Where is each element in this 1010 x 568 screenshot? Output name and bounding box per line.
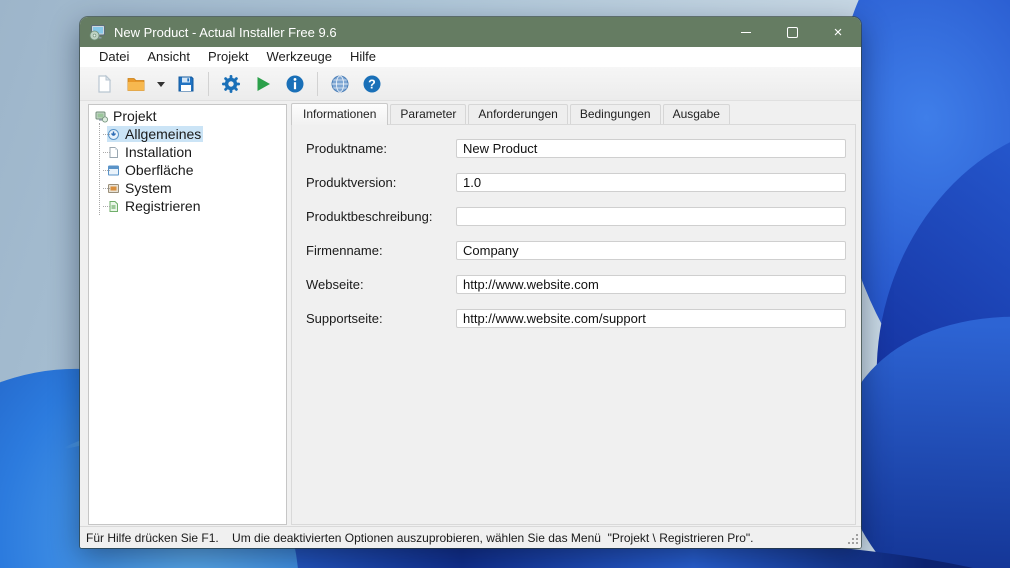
maximize-icon [786, 26, 798, 38]
webseite-input[interactable] [456, 275, 846, 294]
website-globe-icon [331, 75, 349, 92]
informationen-pane: Produktname: Produktversion: Produktbesc… [291, 124, 856, 525]
open-dropdown-icon [157, 81, 165, 87]
menu-werkzeuge[interactable]: Werkzeuge [257, 47, 341, 67]
tree-item-label: Projekt [113, 108, 157, 124]
tree-item-oberflaeche[interactable]: Oberfläche [93, 161, 286, 179]
tree-item-allgemeines[interactable]: Allgemeines [93, 125, 286, 143]
produktbeschreibung-label: Produktbeschreibung: [306, 209, 433, 224]
new-project-button[interactable] [89, 70, 119, 98]
tree-item-projekt[interactable]: Projekt [93, 107, 286, 125]
open-project-button[interactable] [121, 70, 151, 98]
toolbar-separator [317, 71, 318, 96]
supportseite-input[interactable] [456, 309, 846, 328]
menu-datei[interactable]: Datei [90, 47, 138, 67]
form-row-produktbeschreibung: Produktbeschreibung: [306, 207, 855, 226]
build-run-button[interactable] [248, 70, 278, 98]
produktname-input[interactable] [456, 139, 846, 158]
tree-item-registrieren[interactable]: Registrieren [93, 197, 286, 215]
tree-item-installation[interactable]: Installation [93, 143, 286, 161]
project-root-icon [95, 111, 108, 122]
form-row-produktname: Produktname: [306, 139, 855, 158]
build-run-icon [257, 76, 270, 91]
tree-connector-stub [103, 134, 110, 135]
produktname-label: Produktname: [306, 141, 387, 156]
info-icon [286, 75, 304, 92]
tab-bedingungen[interactable]: Bedingungen [569, 104, 661, 124]
tab-ausgabe[interactable]: Ausgabe [662, 104, 730, 124]
project-tree-panel: Projekt Allgemeines Installation Oberflä… [88, 104, 287, 525]
new-project-icon [98, 74, 112, 93]
app-logo-icon [89, 24, 105, 40]
tree-connector-stub [103, 188, 110, 189]
window-body: Projekt Allgemeines Installation Oberflä… [80, 101, 861, 527]
resize-grip-icon[interactable] [847, 533, 859, 545]
open-dropdown-button[interactable] [153, 70, 169, 98]
produktversion-label: Produktversion: [306, 175, 397, 190]
toolbar-separator [208, 71, 209, 96]
save-project-icon [178, 76, 194, 91]
form-row-firmenname: Firmenname: [306, 241, 855, 260]
close-icon: × [833, 23, 843, 41]
menu-projekt[interactable]: Projekt [199, 47, 257, 67]
tree-item-label: Allgemeines [125, 126, 202, 142]
webseite-label: Webseite: [306, 277, 364, 292]
menubar: Datei Ansicht Projekt Werkzeuge Hilfe [80, 47, 861, 67]
tree-connector-stub [103, 152, 110, 153]
settings-gear-icon [222, 74, 240, 93]
tree-item-label: Installation [125, 144, 192, 160]
settings-button[interactable] [216, 70, 246, 98]
app-window: New Product - Actual Installer Free 9.6 … [80, 17, 861, 548]
help-icon: ? [363, 75, 381, 92]
tree-connector-stub [103, 206, 110, 207]
open-project-icon [127, 77, 145, 91]
titlebar[interactable]: New Product - Actual Installer Free 9.6 … [80, 17, 861, 47]
desktop: New Product - Actual Installer Free 9.6 … [0, 0, 1010, 568]
form-row-webseite: Webseite: [306, 275, 855, 294]
project-tree: Projekt Allgemeines Installation Oberflä… [89, 105, 286, 215]
minimize-button[interactable] [723, 17, 769, 47]
tab-anforderungen[interactable]: Anforderungen [468, 104, 568, 124]
tree-item-system[interactable]: System [93, 179, 286, 197]
toolbar: ? [80, 67, 861, 101]
window-controls: × [723, 17, 861, 47]
tree-item-label: Registrieren [125, 198, 201, 214]
tree-item-label: Oberfläche [125, 162, 194, 178]
info-button[interactable] [280, 70, 310, 98]
product-form: Produktname: Produktversion: Produktbesc… [292, 125, 855, 328]
form-row-supportseite: Supportseite: [306, 309, 855, 328]
tree-item-label: System [125, 180, 172, 196]
produktversion-input[interactable] [456, 173, 846, 192]
menu-hilfe[interactable]: Hilfe [341, 47, 385, 67]
menu-ansicht[interactable]: Ansicht [138, 47, 199, 67]
status-message: Für Hilfe drücken Sie F1. Um die deaktiv… [86, 530, 754, 545]
close-button[interactable]: × [815, 17, 861, 47]
tab-parameter[interactable]: Parameter [390, 104, 467, 124]
firmenname-input[interactable] [456, 241, 846, 260]
produktbeschreibung-input[interactable] [456, 207, 846, 226]
tree-connector-stub [103, 170, 110, 171]
statusbar: Für Hilfe drücken Sie F1. Um die deaktiv… [80, 526, 861, 548]
maximize-button[interactable] [769, 17, 815, 47]
minimize-icon [741, 31, 751, 33]
form-row-produktversion: Produktversion: [306, 173, 855, 192]
tab-bar: Informationen Parameter Anforderungen Be… [291, 103, 732, 125]
help-button[interactable]: ? [357, 70, 387, 98]
window-title: New Product - Actual Installer Free 9.6 [114, 24, 337, 40]
tab-informationen[interactable]: Informationen [291, 103, 389, 125]
website-button[interactable] [325, 70, 355, 98]
save-project-button[interactable] [171, 70, 201, 98]
svg-text:?: ? [368, 77, 376, 91]
supportseite-label: Supportseite: [306, 311, 383, 326]
firmenname-label: Firmenname: [306, 243, 383, 258]
